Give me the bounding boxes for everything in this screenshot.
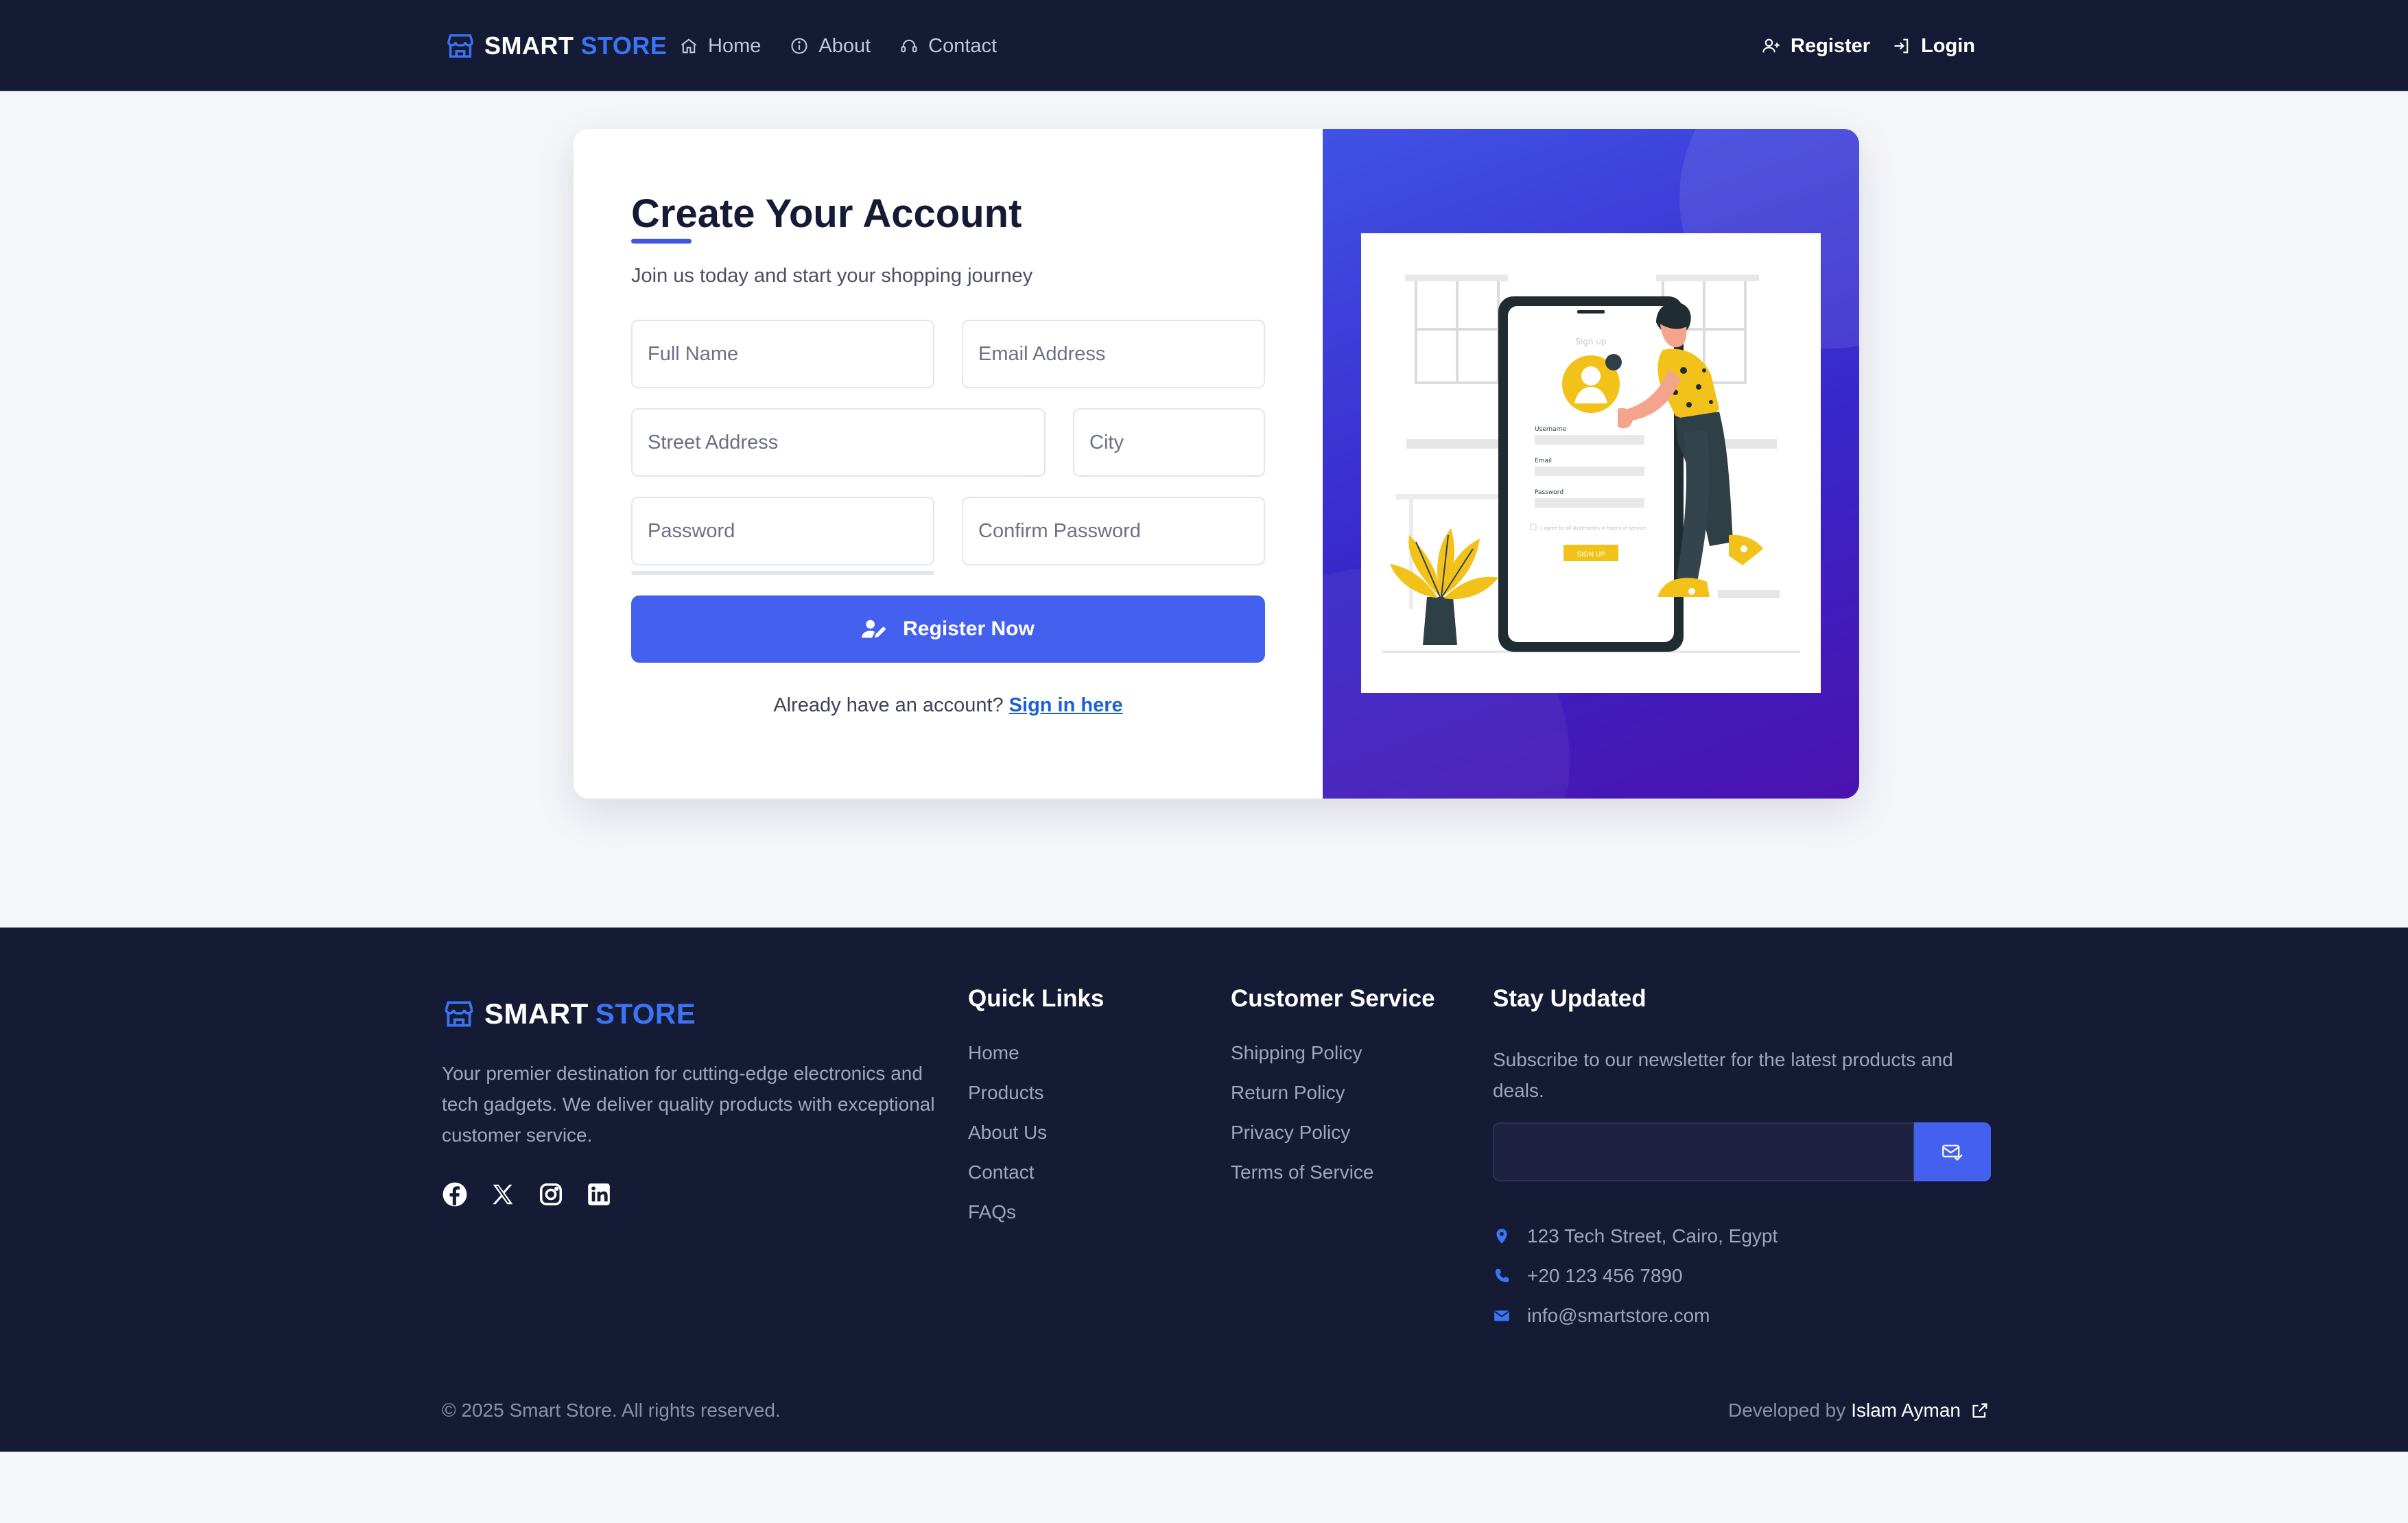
signin-prompt-row: Already have an account? Sign in here [631,694,1265,717]
brand-accent-text: STORE [580,32,668,60]
auth-nav: Register Login [1740,30,1975,62]
newsletter-column: Stay Updated [1493,985,1646,1040]
nav-contact-label: Contact [928,34,998,57]
footer-brand-logo[interactable]: SMART STORE [442,996,696,1032]
footer-link-home[interactable]: Home [968,1040,1104,1080]
email-placeholder: Email Address [978,342,1106,365]
phone-label-email: Email [1535,458,1552,464]
street-address-input[interactable]: Street Address [631,408,1046,477]
contact-address-row: 123 Tech Street, Cairo, Egypt [1493,1225,1778,1247]
nav-login-link[interactable]: Login [1892,35,1975,58]
footer-link-shipping-policy[interactable]: Shipping Policy [1231,1040,1435,1080]
footer-link-products[interactable]: Products [968,1080,1104,1120]
envelope-icon [1494,1310,1509,1321]
location-pin-icon [1496,1229,1507,1244]
footer-brand-accent-text: STORE [595,997,696,1030]
newsletter-email-input[interactable] [1493,1122,1914,1181]
user-edit-icon [862,619,886,638]
password-placeholder: Password [648,519,735,542]
email-input[interactable]: Email Address [962,320,1265,388]
full-name-placeholder: Full Name [648,342,739,365]
brand-main-text: SMART [484,32,574,60]
footer-link-contact[interactable]: Contact [968,1159,1104,1199]
city-placeholder: City [1089,431,1124,453]
user-plus-icon [1762,38,1780,53]
password-input[interactable]: Password [631,497,934,565]
phone-title-text: Sign up [1575,337,1606,346]
signup-illustration: Sign up Username Email Password I agree … [1361,233,1821,693]
home-icon [681,38,697,54]
facebook-icon[interactable] [442,1181,468,1207]
main-nav: Home About Contact [679,30,1026,62]
social-links [442,1181,634,1207]
nav-register-label: Register [1791,34,1871,57]
city-input[interactable]: City [1073,408,1265,477]
envelope-check-icon [1942,1144,1963,1161]
external-link-icon[interactable] [1970,1401,1990,1420]
password-strength-bar [631,571,934,575]
developer-link[interactable]: Islam Ayman [1851,1400,1961,1421]
footer-link-faqs[interactable]: FAQs [968,1199,1104,1239]
registration-card: Create Your Account Join us today and st… [574,129,1859,799]
linkedin-icon[interactable] [586,1181,612,1207]
phone-label-password: Password [1535,489,1563,496]
newsletter-text: Subscribe to our newsletter for the late… [1493,1049,1953,1101]
phone-icon [1495,1268,1509,1283]
footer-link-about-us[interactable]: About Us [968,1120,1104,1159]
x-icon[interactable] [490,1181,516,1207]
nav-login-label: Login [1921,34,1975,57]
quick-links-heading: Quick Links [968,985,1105,1012]
illustration-panel: Sign up Username Email Password I agree … [1323,129,1859,799]
footer-link-terms-of-service[interactable]: Terms of Service [1231,1159,1435,1199]
nav-contact-link[interactable]: Contact [899,35,997,58]
confirm-password-input[interactable]: Confirm Password [962,497,1265,565]
headset-icon [901,39,917,53]
footer-description: Your premier destination for cutting-edg… [442,1063,935,1146]
footer-link-return-policy[interactable]: Return Policy [1231,1080,1435,1120]
signin-prompt: Already have an account? [773,694,1004,716]
register-now-button[interactable]: Register Now [631,595,1265,663]
page-subtitle: Join us today and start your shopping jo… [631,265,1033,287]
contact-email: info@smartstore.com [1527,1305,1710,1326]
footer-brand-main-text: SMART [484,997,589,1030]
page-title: Create Your Account [631,191,1022,236]
site-footer: SMART STORE Your premier destination for … [0,928,2408,1452]
contact-phone: +20 123 456 7890 [1527,1265,1683,1286]
phone-label-username: Username [1535,426,1566,433]
top-navbar: SMART STORE Home About Contact Register L… [0,0,2408,91]
registration-form: Create Your Account Join us today and st… [574,129,1323,799]
confirm-password-placeholder: Confirm Password [978,519,1141,542]
instagram-icon[interactable] [538,1181,564,1207]
nav-register-link[interactable]: Register [1762,35,1870,58]
login-icon [1894,38,1909,54]
nav-home-label: Home [708,34,762,57]
phone-terms-text: I agree to all statements in terms of se… [1541,526,1646,531]
quick-links-column: Quick Links Home Products About Us Conta… [968,985,1104,1239]
info-icon [791,38,807,54]
contact-address: 123 Tech Street, Cairo, Egypt [1527,1225,1778,1247]
phone-signup-button-text: SIGN UP [1577,551,1605,558]
customer-service-column: Customer Service Shipping Policy Return … [1231,985,1435,1199]
nav-home-link[interactable]: Home [679,35,761,58]
nav-about-link[interactable]: About [790,35,871,58]
brand-logo[interactable]: SMART STORE [445,30,667,62]
store-icon [445,1001,473,1027]
nav-about-label: About [818,34,871,57]
developed-by-label: Developed by [1727,1400,1846,1421]
copyright-text: © 2025 Smart Store. All rights reserved. [442,1400,781,1421]
customer-service-heading: Customer Service [1231,985,1435,1012]
store-icon [447,34,473,58]
full-name-input[interactable]: Full Name [631,320,934,388]
street-address-placeholder: Street Address [648,431,779,453]
contact-phone-row: +20 123 456 7890 [1493,1265,1683,1287]
newsletter-heading: Stay Updated [1493,985,1646,1012]
contact-email-row: info@smartstore.com [1493,1305,1710,1327]
signin-link[interactable]: Sign in here [1009,694,1123,716]
newsletter-subscribe-button[interactable] [1914,1122,1991,1181]
signup-illustration-art: Sign up Username Email Password I agree … [1382,274,1800,653]
developer-credit: Developed by Islam Ayman [1728,1400,1990,1421]
title-underline [631,239,692,244]
register-now-label: Register Now [903,617,1035,640]
footer-link-privacy-policy[interactable]: Privacy Policy [1231,1120,1435,1159]
